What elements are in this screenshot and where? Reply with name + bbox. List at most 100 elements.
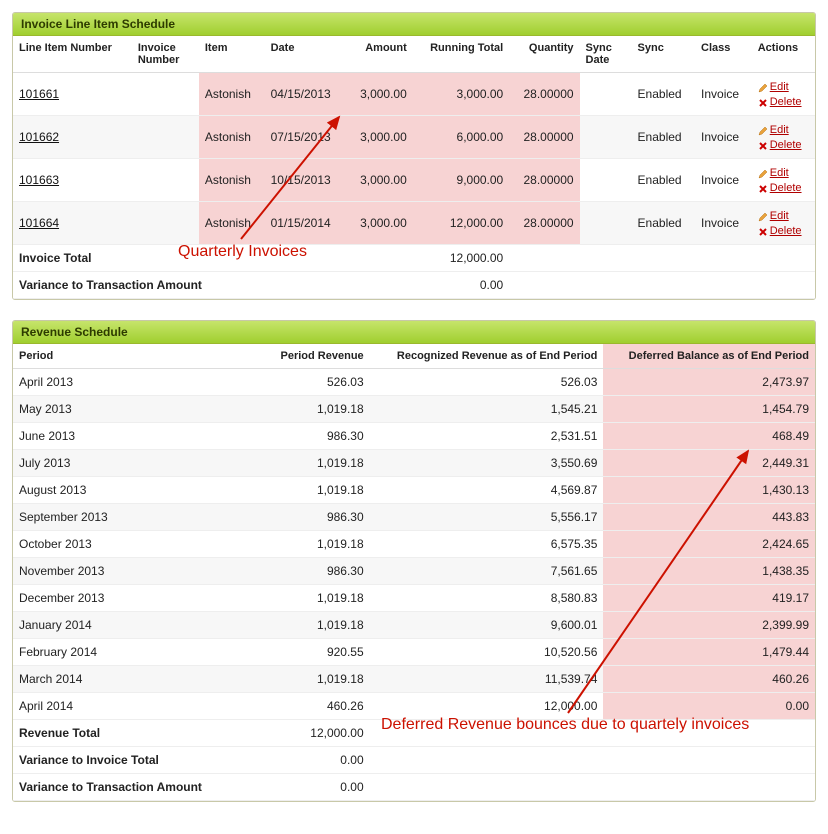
cell-sync-date	[580, 73, 632, 116]
cell-invoice-number	[132, 202, 199, 245]
cell-quantity: 28.00000	[509, 116, 579, 159]
cell-amount: 3,000.00	[346, 73, 413, 116]
cell-period: May 2013	[13, 396, 265, 423]
cell-recognized: 6,575.35	[370, 531, 604, 558]
cell-sync: Enabled	[632, 202, 696, 245]
cell-recognized: 3,550.69	[370, 450, 604, 477]
line-item-link[interactable]: 101661	[19, 87, 59, 101]
table-row: November 2013986.307,561.651,438.35	[13, 558, 815, 585]
line-item-link[interactable]: 101662	[19, 130, 59, 144]
edit-link[interactable]: Edit	[770, 81, 789, 93]
variance-invoice-value: 0.00	[265, 747, 370, 774]
cell-period-revenue: 920.55	[265, 639, 370, 666]
col-running-total: Running Total	[413, 36, 509, 73]
edit-link[interactable]: Edit	[770, 124, 789, 136]
cell-deferred: 2,424.65	[603, 531, 815, 558]
cell-period: July 2013	[13, 450, 265, 477]
variance-invoice-row: Variance to Invoice Total 0.00	[13, 747, 815, 774]
invoice-panel-title: Invoice Line Item Schedule	[13, 13, 815, 36]
edit-action[interactable]: Edit	[758, 122, 809, 137]
edit-link[interactable]: Edit	[770, 210, 789, 222]
cell-actions: Edit Delete	[752, 116, 815, 159]
cell-period-revenue: 986.30	[265, 558, 370, 585]
cell-recognized: 526.03	[370, 369, 604, 396]
invoice-table: Line Item Number Invoice Number Item Dat…	[13, 36, 815, 299]
cell-date: 10/15/2013	[265, 159, 347, 202]
cell-recognized: 10,520.56	[370, 639, 604, 666]
cell-period: April 2013	[13, 369, 265, 396]
table-row: 101661Astonish04/15/20133,000.003,000.00…	[13, 73, 815, 116]
cell-deferred: 468.49	[603, 423, 815, 450]
col-recognized: Recognized Revenue as of End Period	[370, 344, 604, 369]
cell-invoice-number	[132, 73, 199, 116]
delete-link[interactable]: Delete	[770, 139, 802, 151]
cell-deferred: 460.26	[603, 666, 815, 693]
cell-recognized: 8,580.83	[370, 585, 604, 612]
variance-txn-value: 0.00	[265, 774, 370, 801]
cell-recognized: 11,539.74	[370, 666, 604, 693]
delete-action[interactable]: Delete	[758, 94, 809, 109]
edit-action[interactable]: Edit	[758, 165, 809, 180]
cell-quantity: 28.00000	[509, 202, 579, 245]
table-row: June 2013986.302,531.51468.49	[13, 423, 815, 450]
cell-deferred: 1,438.35	[603, 558, 815, 585]
cell-recognized: 1,545.21	[370, 396, 604, 423]
cell-recognized: 4,569.87	[370, 477, 604, 504]
table-row: October 20131,019.186,575.352,424.65	[13, 531, 815, 558]
cell-date: 01/15/2014	[265, 202, 347, 245]
cell-sync-date	[580, 159, 632, 202]
cell-recognized: 12,000.00	[370, 693, 604, 720]
delete-action[interactable]: Delete	[758, 180, 809, 195]
cell-quantity: 28.00000	[509, 73, 579, 116]
line-item-link[interactable]: 101663	[19, 173, 59, 187]
col-sync: Sync	[632, 36, 696, 73]
cell-period-revenue: 1,019.18	[265, 666, 370, 693]
cell-actions: Edit Delete	[752, 202, 815, 245]
delete-link[interactable]: Delete	[770, 96, 802, 108]
cell-period: October 2013	[13, 531, 265, 558]
edit-action[interactable]: Edit	[758, 208, 809, 223]
edit-link[interactable]: Edit	[770, 167, 789, 179]
table-row: January 20141,019.189,600.012,399.99	[13, 612, 815, 639]
invoice-variance-row: Variance to Transaction Amount 0.00	[13, 272, 815, 299]
cell-period: January 2014	[13, 612, 265, 639]
invoice-schedule-panel: Invoice Line Item Schedule Line Item Num…	[12, 12, 816, 300]
delete-link[interactable]: Delete	[770, 182, 802, 194]
delete-icon	[758, 226, 768, 236]
cell-amount: 3,000.00	[346, 202, 413, 245]
pencil-icon	[758, 82, 768, 92]
cell-period-revenue: 1,019.18	[265, 396, 370, 423]
cell-recognized: 9,600.01	[370, 612, 604, 639]
line-item-link[interactable]: 101664	[19, 216, 59, 230]
delete-icon	[758, 183, 768, 193]
invoice-variance-value: 0.00	[346, 272, 509, 299]
delete-action[interactable]: Delete	[758, 137, 809, 152]
cell-recognized: 2,531.51	[370, 423, 604, 450]
cell-actions: Edit Delete	[752, 159, 815, 202]
cell-running-total: 12,000.00	[413, 202, 509, 245]
col-amount: Amount	[346, 36, 413, 73]
cell-deferred: 2,449.31	[603, 450, 815, 477]
invoice-total-value: 12,000.00	[346, 245, 509, 272]
cell-deferred: 0.00	[603, 693, 815, 720]
col-line-item-number: Line Item Number	[13, 36, 132, 73]
cell-period-revenue: 1,019.18	[265, 612, 370, 639]
cell-deferred: 1,430.13	[603, 477, 815, 504]
delete-action[interactable]: Delete	[758, 223, 809, 238]
table-row: February 2014920.5510,520.561,479.44	[13, 639, 815, 666]
cell-item: Astonish	[199, 202, 265, 245]
edit-action[interactable]: Edit	[758, 79, 809, 94]
cell-class: Invoice	[695, 116, 752, 159]
invoice-total-label: Invoice Total	[13, 245, 346, 272]
table-row: 101664 Astonish01/15/20143,000.0012,000.0…	[13, 202, 815, 245]
col-quantity: Quantity	[509, 36, 579, 73]
cell-period: April 2014	[13, 693, 265, 720]
cell-deferred: 1,479.44	[603, 639, 815, 666]
delete-link[interactable]: Delete	[770, 225, 802, 237]
delete-icon	[758, 140, 768, 150]
cell-amount: 3,000.00	[346, 116, 413, 159]
cell-period: September 2013	[13, 504, 265, 531]
table-row: April 2014460.2612,000.000.00	[13, 693, 815, 720]
revenue-total-row: Revenue Total 12,000.00	[13, 720, 815, 747]
cell-period-revenue: 526.03	[265, 369, 370, 396]
